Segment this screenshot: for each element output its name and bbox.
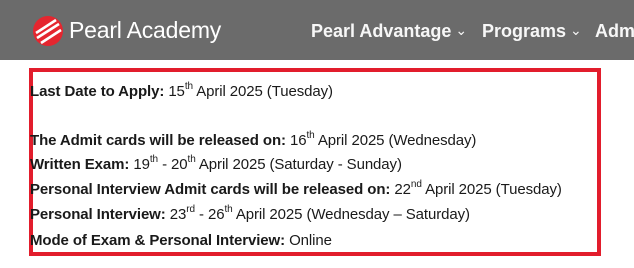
pi-admit-day: 22: [394, 181, 411, 198]
written-suffix-start: th: [149, 154, 158, 165]
apply-date-line: Last Date to Apply: 15th April 2025 (Tue…: [30, 81, 333, 101]
nav-programs[interactable]: Programs ⌄: [482, 21, 582, 42]
nav-admissions[interactable]: Adm: [595, 21, 634, 42]
chevron-down-icon: ⌄: [455, 22, 468, 38]
nav-label: Programs: [482, 21, 567, 41]
pi-admit-label: Personal Interview Admit cards will be r…: [30, 181, 391, 198]
interview-label: Personal Interview:: [30, 206, 166, 223]
interview-line: Personal Interview: 23rd - 26th April 20…: [30, 204, 470, 224]
admit-rest: April 2025 (Wednesday): [314, 132, 477, 149]
interview-admit-line: Personal Interview Admit cards will be r…: [30, 179, 562, 199]
mode-value: Online: [289, 232, 332, 249]
mode-label: Mode of Exam & Personal Interview:: [30, 232, 285, 249]
pearl-logo-icon[interactable]: [32, 15, 64, 47]
written-day-start: 19: [133, 156, 150, 173]
apply-day: 15: [168, 83, 185, 100]
written-label: Written Exam:: [30, 156, 130, 173]
written-suffix-end: th: [187, 154, 196, 165]
admit-label: The Admit cards will be released on:: [30, 132, 286, 149]
interview-day-end: - 26: [194, 206, 225, 223]
interview-day-start: 23: [169, 206, 187, 223]
written-exam-line: Written Exam: 19th - 20th April 2025 (Sa…: [30, 154, 402, 174]
nav-label: Adm: [595, 21, 634, 41]
apply-suffix: th: [184, 81, 193, 92]
mode-line: Mode of Exam & Personal Interview: Onlin…: [30, 232, 332, 250]
apply-label: Last Date to Apply:: [30, 83, 165, 100]
nav-label: Pearl Advantage: [311, 21, 452, 41]
top-navbar: Pearl Academy Pearl Advantage ⌄ Programs ⌄…: [0, 0, 634, 60]
written-rest: April 2025 (Saturday - Sunday): [195, 156, 402, 173]
written-day-end: - 20: [158, 156, 188, 173]
interview-suffix-end: th: [224, 204, 233, 215]
pi-admit-suffix: nd: [410, 179, 422, 190]
pi-admit-rest: April 2025 (Tuesday): [421, 181, 562, 198]
chevron-down-icon: ⌄: [570, 22, 582, 38]
brand-name[interactable]: Pearl Academy: [69, 17, 221, 44]
interview-rest: April 2025 (Wednesday – Saturday): [232, 206, 470, 223]
nav-pearl-advantage[interactable]: Pearl Advantage ⌄: [311, 21, 467, 42]
admit-day: 16: [290, 132, 307, 149]
apply-rest: April 2025 (Tuesday): [192, 83, 333, 100]
admit-suffix: th: [306, 130, 315, 141]
admit-card-line: The Admit cards will be released on: 16t…: [30, 130, 477, 150]
interview-suffix-start: rd: [186, 204, 195, 215]
